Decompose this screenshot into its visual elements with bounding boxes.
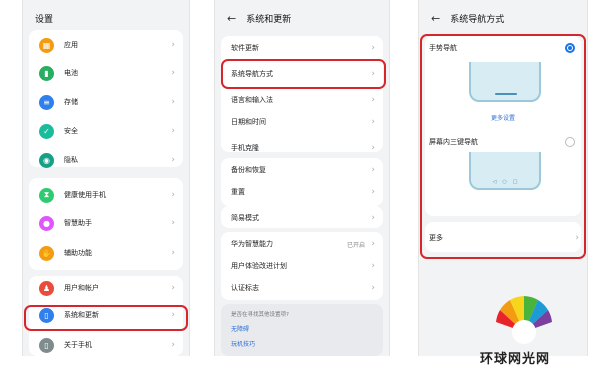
system-item-label: 认证标志 bbox=[231, 284, 259, 292]
system-item-5[interactable]: 备份和恢复 › bbox=[221, 162, 383, 178]
settings-item-10[interactable]: ▯ 关于手机 › bbox=[29, 336, 183, 354]
system-item-9[interactable]: 用户体验改进计划 › bbox=[221, 258, 383, 274]
system-update-header: ← 系统和更新 bbox=[215, 0, 389, 36]
chevron-right-icon: › bbox=[171, 68, 175, 78]
system-item-label: 重置 bbox=[231, 188, 245, 196]
watermark-text: 环球网光网 bbox=[480, 352, 551, 367]
phone-info-icon: ▯ bbox=[39, 337, 54, 353]
system-item-6[interactable]: 重置 › bbox=[221, 184, 383, 200]
shield-icon: ✓ bbox=[39, 123, 54, 139]
system-item-value: 已开启 bbox=[346, 241, 365, 249]
settings-item-8[interactable]: ♟ 用户和帐户 › bbox=[29, 279, 183, 297]
chevron-right-icon: › bbox=[171, 248, 175, 258]
chevron-right-icon: › bbox=[171, 40, 175, 50]
chevron-right-icon: › bbox=[171, 340, 175, 350]
settings-item-5[interactable]: ⧗ 健康使用手机 › bbox=[29, 186, 183, 204]
settings-item-label: 电池 bbox=[64, 69, 78, 77]
settings-item-label: 存储 bbox=[64, 98, 78, 106]
system-item-10[interactable]: 认证标志 › bbox=[221, 280, 383, 296]
system-update-title: 系统和更新 bbox=[246, 14, 292, 25]
storage-icon: ≡ bbox=[39, 94, 54, 110]
suggestion-question: 是否在寻找其他设置项? bbox=[231, 312, 289, 318]
battery-icon: ▮ bbox=[39, 65, 54, 81]
settings-item-label: 智慧助手 bbox=[64, 219, 92, 227]
chevron-right-icon: › bbox=[371, 95, 375, 105]
settings-item-7[interactable]: ✋ 辅助功能 › bbox=[29, 244, 183, 262]
settings-item-2[interactable]: ≡ 存储 › bbox=[29, 93, 183, 111]
chevron-right-icon: › bbox=[171, 126, 175, 136]
settings-screen: 设置 ▦ 应用 › ▮ 电池 › ≡ 存储 › ✓ 安全 › ◉ 隐私 › ⧗ 健康使用手机 › ● 智慧助手 › ✋ 辅助… bbox=[22, 0, 190, 356]
chevron-right-icon: › bbox=[171, 283, 175, 293]
settings-item-1[interactable]: ▮ 电池 › bbox=[29, 64, 183, 82]
chevron-right-icon: › bbox=[171, 190, 175, 200]
chevron-right-icon: › bbox=[371, 187, 375, 197]
navigation-mode-header: ← 系统导航方式 bbox=[419, 0, 587, 36]
chevron-right-icon: › bbox=[371, 43, 375, 53]
system-item-label: 软件更新 bbox=[231, 44, 259, 52]
settings-item-label: 健康使用手机 bbox=[64, 191, 106, 199]
settings-item-3[interactable]: ✓ 安全 › bbox=[29, 122, 183, 140]
system-item-2[interactable]: 语言和输入法 › bbox=[221, 92, 383, 108]
settings-item-label: 关于手机 bbox=[64, 341, 92, 349]
settings-item-label: 应用 bbox=[64, 41, 78, 49]
system-item-label: 用户体验改进计划 bbox=[231, 262, 287, 270]
system-update-screen: ← 系统和更新 软件更新 › 系统导航方式 › 语言和输入法 › 日期和时间 › 手机克隆 › 备份… bbox=[214, 0, 390, 356]
hand-icon: ✋ bbox=[39, 245, 54, 261]
suggestion-box: 是否在寻找其他设置项? 无障碍 玩机技巧 bbox=[221, 304, 383, 356]
system-item-label: 语言和输入法 bbox=[231, 96, 273, 104]
navigation-mode-title: 系统导航方式 bbox=[450, 14, 505, 25]
chevron-right-icon: › bbox=[171, 218, 175, 228]
highlight-navigation-options bbox=[420, 34, 586, 259]
settings-item-label: 用户和帐户 bbox=[64, 284, 99, 292]
system-item-label: 手机克隆 bbox=[231, 144, 259, 152]
back-arrow-icon[interactable]: ← bbox=[431, 12, 440, 25]
chevron-right-icon: › bbox=[371, 213, 375, 223]
chevron-right-icon: › bbox=[371, 239, 375, 249]
chevron-right-icon: › bbox=[371, 165, 375, 175]
hourglass-icon: ⧗ bbox=[39, 187, 54, 203]
back-arrow-icon[interactable]: ← bbox=[227, 12, 236, 25]
tips-link[interactable]: 玩机技巧 bbox=[231, 339, 373, 348]
settings-item-0[interactable]: ▦ 应用 › bbox=[29, 36, 183, 54]
chevron-right-icon: › bbox=[371, 117, 375, 127]
assistant-icon: ● bbox=[39, 215, 54, 231]
user-icon: ♟ bbox=[39, 280, 54, 296]
accessibility-link[interactable]: 无障碍 bbox=[231, 324, 373, 333]
watermark-logo bbox=[496, 296, 552, 344]
system-item-3[interactable]: 日期和时间 › bbox=[221, 114, 383, 130]
chevron-right-icon: › bbox=[371, 143, 375, 153]
chevron-right-icon: › bbox=[371, 261, 375, 271]
system-item-label: 简易模式 bbox=[231, 214, 259, 222]
settings-item-label: 安全 bbox=[64, 127, 78, 135]
system-item-4[interactable]: 手机克隆 › bbox=[221, 140, 383, 156]
system-item-label: 日期和时间 bbox=[231, 118, 266, 126]
apps-icon: ▦ bbox=[39, 37, 54, 53]
privacy-icon: ◉ bbox=[39, 152, 54, 168]
settings-item-label: 辅助功能 bbox=[64, 249, 92, 257]
system-item-0[interactable]: 软件更新 › bbox=[221, 40, 383, 56]
chevron-right-icon: › bbox=[171, 155, 175, 165]
settings-item-label: 隐私 bbox=[64, 156, 78, 164]
highlight-system-update bbox=[24, 305, 188, 331]
system-item-7[interactable]: 简易模式 › bbox=[221, 210, 383, 226]
highlight-navigation-mode bbox=[221, 59, 386, 89]
chevron-right-icon: › bbox=[171, 97, 175, 107]
system-item-8[interactable]: 华为智慧能力 已开启 › bbox=[221, 236, 383, 252]
system-item-label: 备份和恢复 bbox=[231, 166, 266, 174]
settings-item-6[interactable]: ● 智慧助手 › bbox=[29, 214, 183, 232]
chevron-right-icon: › bbox=[371, 283, 375, 293]
system-item-label: 华为智慧能力 bbox=[231, 240, 273, 248]
settings-item-4[interactable]: ◉ 隐私 › bbox=[29, 151, 183, 169]
